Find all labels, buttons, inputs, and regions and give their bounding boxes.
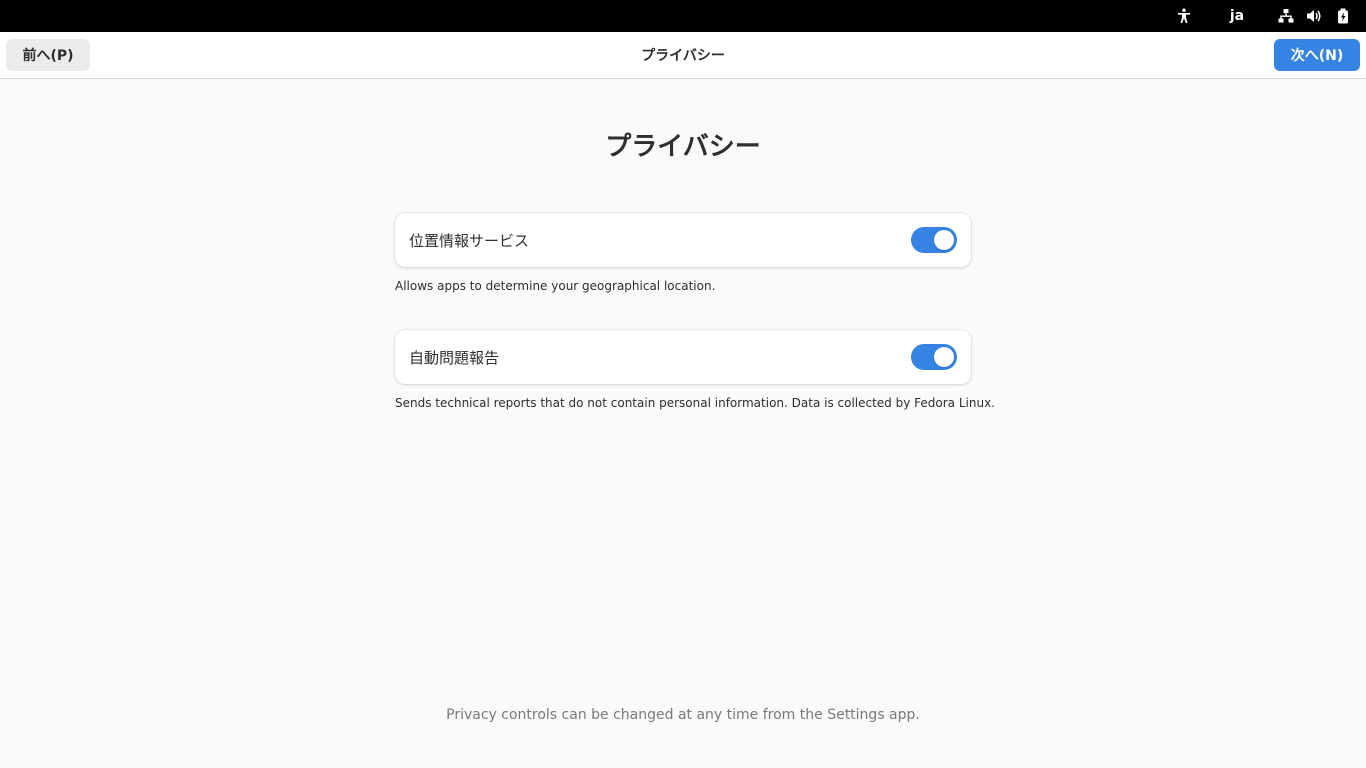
- accessibility-icon[interactable]: [1172, 0, 1196, 32]
- switch-knob: [934, 347, 954, 367]
- volume-icon[interactable]: [1302, 0, 1326, 32]
- footer-note: Privacy controls can be changed at any t…: [446, 707, 920, 723]
- input-language-indicator[interactable]: ja: [1224, 0, 1250, 32]
- next-button[interactable]: 次へ(N): [1274, 39, 1360, 71]
- page-title: プライバシー: [605, 132, 761, 162]
- problem-reporting-description: Sends technical reports that do not cont…: [395, 396, 995, 410]
- problem-reporting-switch[interactable]: [911, 344, 957, 370]
- location-services-switch[interactable]: [911, 227, 957, 253]
- header-title: プライバシー: [641, 48, 725, 64]
- location-services-row: 位置情報サービス: [395, 213, 971, 267]
- battery-icon[interactable]: [1331, 0, 1355, 32]
- network-icon[interactable]: [1274, 0, 1298, 32]
- system-top-bar: ja: [0, 0, 1366, 32]
- location-services-description: Allows apps to determine your geographic…: [395, 279, 716, 293]
- previous-button[interactable]: 前へ(P): [6, 39, 90, 71]
- problem-reporting-row: 自動問題報告: [395, 330, 971, 384]
- problem-reporting-label: 自動問題報告: [409, 348, 500, 367]
- header-bar: 前へ(P) プライバシー 次へ(N): [0, 32, 1366, 79]
- switch-knob: [934, 230, 954, 250]
- location-services-label: 位置情報サービス: [409, 231, 530, 250]
